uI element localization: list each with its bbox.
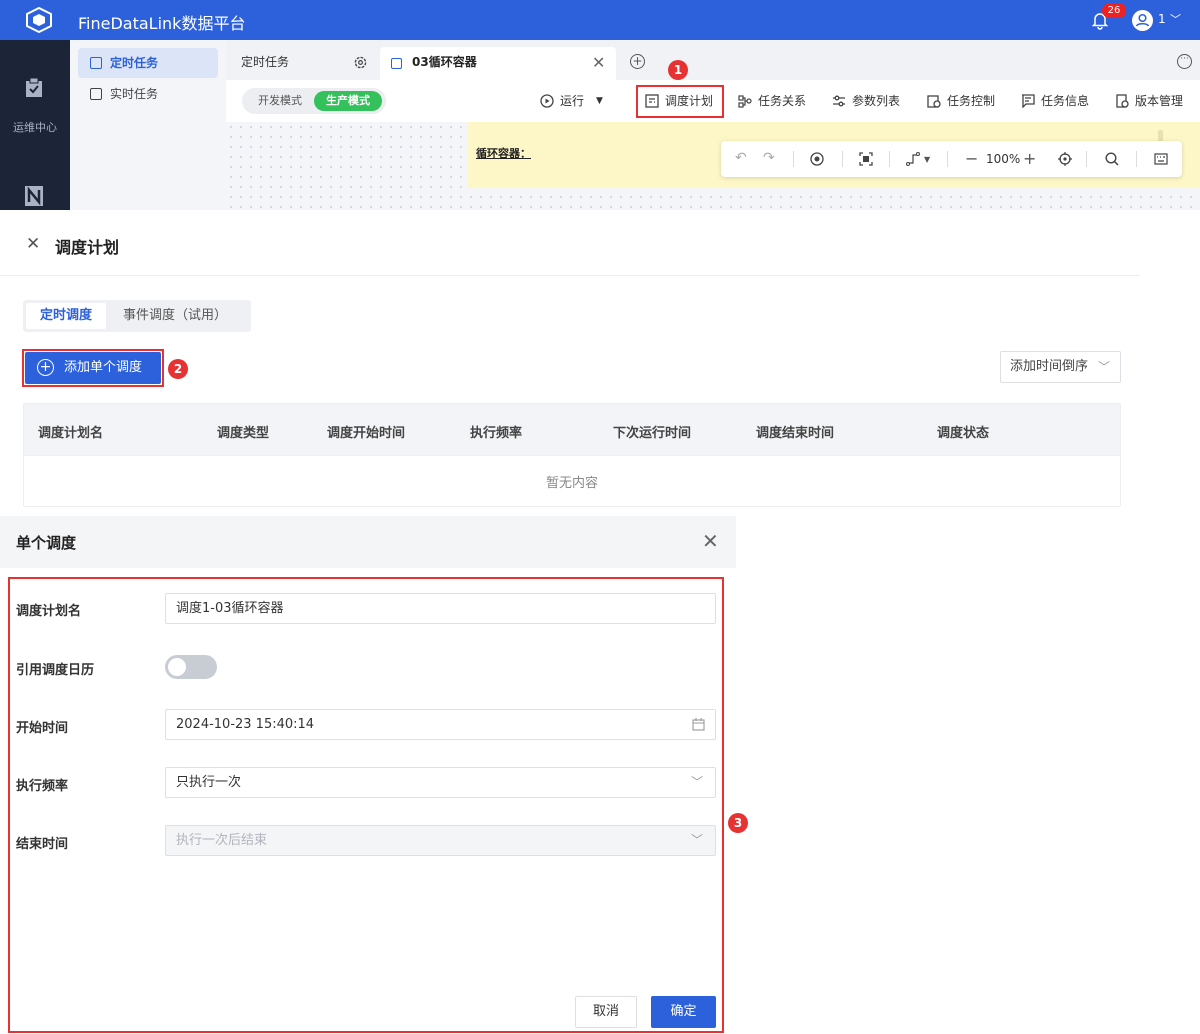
column-header: 调度结束时间 (756, 426, 835, 441)
chevron-down-icon: ﹀ (1097, 360, 1110, 374)
notification-badge: 26 (1102, 3, 1126, 18)
task-info-label: 任务信息 (1041, 94, 1090, 108)
task-relation-button[interactable]: 任务关系 (738, 92, 806, 109)
divider (793, 151, 794, 167)
search-icon[interactable] (1105, 152, 1119, 166)
sliders-icon (833, 95, 845, 106)
column-header: 调度计划名 (38, 426, 104, 441)
redo-icon[interactable]: ↷ (763, 150, 775, 166)
tab-label: 定时任务 (241, 55, 290, 69)
version-manage-button[interactable]: 版本管理 (1115, 92, 1183, 109)
add-tab-icon[interactable]: + (630, 54, 645, 69)
panel-header: ✕ 调度计划 (0, 212, 1140, 276)
tab-event-schedule[interactable]: 事件调度（试用） (109, 303, 241, 329)
divider (1086, 151, 1087, 167)
close-icon[interactable]: ✕ (702, 529, 719, 553)
app-title: FineDataLink数据平台 (78, 14, 246, 33)
sort-label: 添加时间倒序 (1010, 359, 1089, 374)
param-list-label: 参数列表 (852, 94, 901, 108)
calendar-icon (90, 88, 102, 100)
tab-loop-container[interactable]: 03循环容器 ✕ (380, 47, 616, 80)
app-logo-icon[interactable] (24, 7, 54, 33)
relation-icon (738, 94, 752, 108)
empty-state: 暂无内容 (545, 476, 598, 491)
annotation-marker-3: 3 (728, 813, 748, 833)
close-icon[interactable]: ✕ (592, 47, 605, 78)
ops-center-label[interactable]: 运维中心 (0, 119, 70, 135)
layout-icon[interactable] (810, 152, 824, 166)
subnav-item-realtime-tasks[interactable]: 实时任务 (78, 79, 218, 109)
annotation-marker-1: 1 (668, 60, 688, 80)
caret-down-icon: ▼ (596, 95, 603, 106)
table-header: 调度计划名 调度类型 调度开始时间 执行频率 下次运行时间 调度结束时间 调度状… (24, 404, 1120, 456)
annotation-marker-2: 2 (168, 359, 188, 379)
param-list-button[interactable]: 参数列表 (832, 92, 900, 109)
column-header: 调度状态 (937, 426, 990, 441)
task-control-button[interactable]: 任务控制 (927, 92, 995, 109)
zoom-in-icon[interactable]: + (1023, 149, 1036, 168)
divider (947, 151, 948, 167)
tabs-bar: 定时任务 03循环容器 ✕ + ··· (226, 40, 1200, 80)
mode-switch: 开发模式 生产模式 (242, 88, 386, 114)
task-info-button[interactable]: 任务信息 (1021, 92, 1089, 109)
column-header: 调度类型 (217, 426, 270, 441)
column-header: 调度开始时间 (327, 426, 406, 441)
run-button[interactable]: 运行 ▼ (540, 92, 603, 109)
schedule-table: 调度计划名 调度类型 调度开始时间 执行频率 下次运行时间 调度结束时间 调度状… (23, 403, 1121, 507)
undo-icon[interactable]: ↶ (735, 150, 747, 166)
column-header: 执行频率 (470, 426, 523, 441)
fit-screen-icon[interactable] (859, 152, 873, 166)
version-manage-label: 版本管理 (1135, 94, 1184, 108)
top-bar: FineDataLink数据平台 26 1 ﹀ (0, 0, 1200, 40)
highlight-box-1 (636, 85, 724, 118)
more-icon[interactable]: ··· (1177, 54, 1192, 69)
dev-mode-option[interactable]: 开发模式 (246, 91, 314, 111)
locate-icon[interactable] (1058, 152, 1072, 166)
user-avatar-icon[interactable] (1132, 10, 1153, 31)
note-text: 循环容器： (476, 147, 531, 160)
info-doc-icon (1022, 93, 1035, 108)
panel-header: 单个调度 ✕ (0, 516, 736, 568)
zoom-out-icon[interactable]: − (965, 149, 978, 168)
data-service-icon[interactable] (25, 186, 43, 206)
panel-title: 单个调度 (16, 534, 77, 552)
task-relation-label: 任务关系 (758, 94, 807, 108)
subnav-item-label: 定时任务 (110, 56, 159, 70)
panel-title: 调度计划 (55, 238, 120, 257)
user-label[interactable]: 1 (1158, 12, 1166, 26)
keyboard-icon[interactable] (1154, 153, 1168, 165)
play-icon (540, 93, 554, 108)
task-control-label: 任务控制 (947, 94, 996, 108)
divider (1136, 151, 1137, 167)
run-label: 运行 (560, 94, 585, 108)
prod-mode-option[interactable]: 生产模式 (314, 91, 382, 111)
highlight-box-2 (22, 349, 164, 387)
gear-icon[interactable] (354, 56, 367, 69)
calendar-icon (90, 57, 102, 69)
close-icon[interactable]: ✕ (26, 234, 40, 254)
canvas-toolbar: ↶ ↷ ▼ − 100% + (721, 141, 1182, 177)
tab-label: 03循环容器 (412, 55, 477, 69)
divider (889, 151, 890, 167)
schedule-type-tabs: 定时调度 事件调度（试用） (23, 300, 251, 332)
sort-select[interactable]: 添加时间倒序 ﹀ (1000, 351, 1121, 383)
column-header: 下次运行时间 (613, 426, 692, 441)
left-nav: 运维中心 (0, 40, 70, 210)
caret-down-icon[interactable]: ▼ (924, 155, 930, 164)
clipboard-icon[interactable] (25, 78, 43, 98)
divider (842, 151, 843, 167)
subnav-item-label: 实时任务 (110, 87, 159, 101)
highlight-box-3 (8, 577, 724, 1033)
task-icon (391, 58, 402, 69)
chevron-down-icon[interactable]: ﹀ (1170, 11, 1181, 27)
connector-icon[interactable] (906, 152, 920, 166)
tab-timed-schedule[interactable]: 定时调度 (26, 303, 107, 329)
version-icon (1116, 93, 1129, 108)
sub-nav: 定时任务 实时任务 (70, 40, 226, 210)
task-control-icon (927, 94, 941, 108)
subnav-item-scheduled-tasks[interactable]: 定时任务 (78, 48, 218, 78)
zoom-level: 100% (986, 152, 1021, 166)
